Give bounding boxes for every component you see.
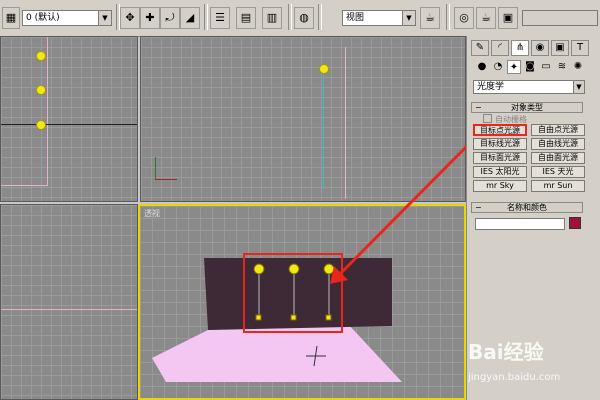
checkbox-icon bbox=[483, 114, 492, 123]
select-move-icon[interactable]: ✥ bbox=[120, 7, 140, 29]
viewport-top-left[interactable] bbox=[0, 36, 138, 202]
display-tab-icon[interactable]: ▣ bbox=[551, 40, 569, 56]
auto-grid-label: 自动栅格 bbox=[495, 115, 527, 124]
mr-sun-button[interactable]: mr Sun bbox=[531, 180, 585, 192]
light-category-dropdown[interactable]: 光度学 ▼ bbox=[473, 80, 585, 94]
create-tab-icon[interactable]: ✎ bbox=[471, 40, 489, 56]
free-linear-light-button[interactable]: 自由线光源 bbox=[531, 138, 585, 150]
command-panel-tabs: ✎ ◜ ⋔ ◉ ▣ T bbox=[471, 40, 597, 56]
collapse-icon: − bbox=[475, 103, 482, 112]
viewport-grid bbox=[1, 205, 137, 399]
shapes-icon[interactable]: ◔ bbox=[491, 60, 505, 74]
utilities-tab-icon[interactable]: T bbox=[571, 40, 589, 56]
render-frame-icon[interactable]: ◎ bbox=[454, 7, 474, 29]
rotate-icon[interactable]: ⤾ bbox=[160, 7, 180, 29]
axis-y-icon bbox=[155, 157, 156, 179]
target-linear-light-button[interactable]: 目标线光源 bbox=[473, 138, 527, 150]
light-icon[interactable] bbox=[36, 120, 46, 130]
wall-outline bbox=[345, 47, 346, 199]
space-warps-icon[interactable]: ≋ bbox=[555, 60, 569, 74]
light-target-line bbox=[323, 71, 324, 189]
named-selection-field[interactable] bbox=[522, 10, 598, 26]
viewport-perspective[interactable]: 透视 bbox=[138, 204, 466, 400]
free-point-light-button[interactable]: 自由点光源 bbox=[531, 124, 585, 136]
object-type-rollout[interactable]: − 对象类型 bbox=[471, 102, 583, 113]
viewport-front[interactable] bbox=[140, 36, 466, 202]
floor-outline bbox=[1, 309, 137, 310]
selection-filter-value: 0 (默认) bbox=[26, 13, 60, 23]
modify-tab-icon[interactable]: ◜ bbox=[491, 40, 509, 56]
light-category-value: 光度学 bbox=[477, 82, 505, 92]
add-icon[interactable]: ✚ bbox=[140, 7, 160, 29]
axis-x-icon bbox=[155, 179, 177, 180]
watermark-brand: Bai经验 bbox=[468, 340, 544, 364]
view-dropdown[interactable]: 视图 ▼ bbox=[342, 10, 416, 26]
curve-editor-icon[interactable]: ▥ bbox=[262, 7, 282, 29]
object-color-swatch[interactable] bbox=[569, 217, 581, 229]
toolbar-separator bbox=[204, 4, 208, 30]
main-toolbar: ▦ 0 (默认) ▼ ✥ ✚ ⤾ ◢ ☰ ▤ ▥ ◍ 视图 ▼ ☕ ◎ ☕ ▣ bbox=[0, 0, 600, 37]
light-icon[interactable] bbox=[36, 51, 46, 61]
toolbar-separator bbox=[318, 4, 322, 30]
selection-filter-dropdown[interactable]: 0 (默认) ▼ bbox=[22, 10, 112, 26]
lights-icon[interactable]: ✦ bbox=[507, 60, 521, 74]
view-dropdown-value: 视图 bbox=[346, 13, 365, 23]
motion-tab-icon[interactable]: ◉ bbox=[531, 40, 549, 56]
render-setup-icon[interactable]: ☕ bbox=[420, 7, 440, 29]
material-editor-icon[interactable]: ◍ bbox=[294, 7, 314, 29]
layers-manager-icon[interactable]: ☰ bbox=[210, 7, 230, 29]
toolbar-separator bbox=[288, 4, 292, 30]
viewport-grid bbox=[141, 37, 465, 201]
watermark: Bai经验 jingyan.baidu.com bbox=[462, 328, 600, 400]
layer-icon[interactable]: ▦ bbox=[2, 7, 20, 29]
quick-render-icon[interactable]: ☕ bbox=[476, 7, 496, 29]
ies-sky-button[interactable]: IES 天光 bbox=[531, 166, 585, 178]
ies-sun-button[interactable]: IES 太阳光 bbox=[473, 166, 527, 178]
viewport-left[interactable] bbox=[0, 204, 138, 400]
cameras-icon[interactable]: ◙ bbox=[523, 60, 537, 74]
toolbar-separator bbox=[446, 4, 450, 30]
scale-icon[interactable]: ◢ bbox=[180, 7, 200, 29]
helpers-icon[interactable]: ▭ bbox=[539, 60, 553, 74]
mr-sky-button[interactable]: mr Sky bbox=[473, 180, 527, 192]
free-area-light-button[interactable]: 自由面光源 bbox=[531, 152, 585, 164]
geometry-icon[interactable]: ● bbox=[475, 60, 489, 74]
target-point-light-button[interactable]: 目标点光源 bbox=[473, 124, 527, 136]
object-type-title: 对象类型 bbox=[511, 103, 543, 112]
watermark-url: jingyan.baidu.com bbox=[468, 372, 561, 383]
collapse-icon: − bbox=[475, 203, 482, 212]
render-last-icon[interactable]: ▣ bbox=[498, 7, 518, 29]
systems-icon[interactable]: ✺ bbox=[571, 60, 585, 74]
target-area-light-button[interactable]: 目标面光源 bbox=[473, 152, 527, 164]
chevron-down-icon: ▼ bbox=[402, 11, 415, 25]
perspective-scene bbox=[152, 253, 402, 382]
object-name-input[interactable] bbox=[475, 218, 565, 230]
name-color-rollout[interactable]: − 名称和颜色 bbox=[471, 202, 583, 213]
light-icon[interactable] bbox=[36, 85, 46, 95]
schematic-view-icon[interactable]: ▤ bbox=[236, 7, 256, 29]
axis-line bbox=[1, 124, 137, 125]
name-color-title: 名称和颜色 bbox=[507, 203, 547, 212]
chevron-down-icon: ▼ bbox=[98, 11, 111, 25]
light-icon[interactable] bbox=[319, 64, 329, 74]
hierarchy-tab-icon[interactable]: ⋔ bbox=[511, 40, 529, 56]
chevron-down-icon: ▼ bbox=[573, 81, 584, 93]
